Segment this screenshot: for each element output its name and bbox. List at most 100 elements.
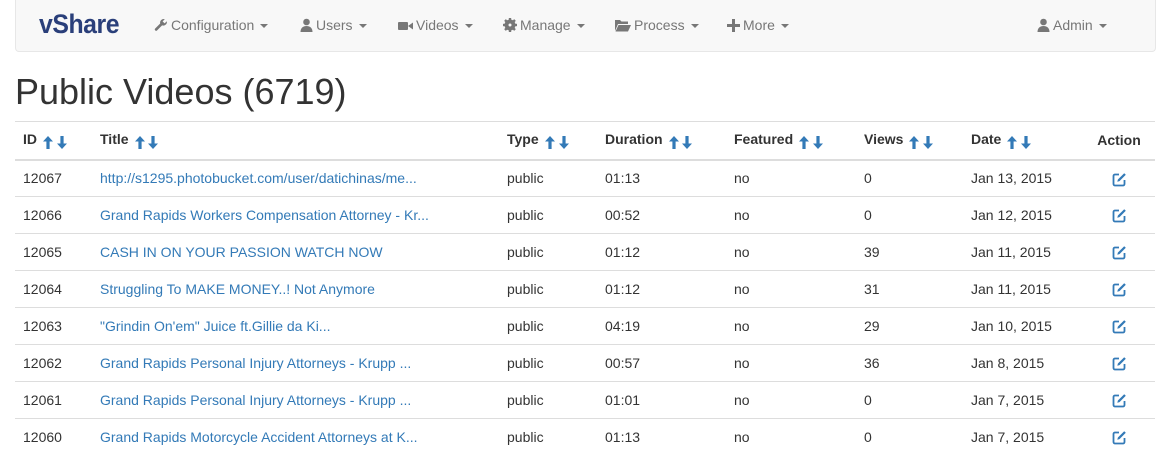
- arrow-up-icon[interactable]: [668, 136, 679, 150]
- video-title-link[interactable]: Grand Rapids Personal Injury Attorneys -…: [100, 355, 411, 371]
- video-title-link[interactable]: "Grindin On'em" Juice ft.Gillie da Ki...: [100, 318, 330, 334]
- arrow-up-icon[interactable]: [544, 136, 555, 150]
- cell-views: 31: [864, 281, 880, 297]
- sort-controls[interactable]: [1007, 133, 1032, 150]
- arrow-down-icon[interactable]: [558, 136, 569, 150]
- sort-controls[interactable]: [544, 133, 569, 150]
- arrow-down-icon[interactable]: [1021, 136, 1032, 150]
- nav-manage-label: Manage: [520, 17, 571, 33]
- arrow-down-icon[interactable]: [148, 136, 159, 150]
- video-title-link[interactable]: CASH IN ON YOUR PASSION WATCH NOW: [100, 244, 383, 260]
- cell-title: Grand Rapids Motorcycle Accident Attorne…: [92, 419, 499, 453]
- table-row: 12066 Grand Rapids Workers Compensation A…: [15, 197, 1155, 234]
- edit-icon[interactable]: [1112, 172, 1127, 187]
- column-header-type: Type: [499, 122, 597, 160]
- edit-button[interactable]: [1112, 170, 1127, 187]
- cell-date: Jan 7, 2015: [971, 429, 1045, 445]
- nav-manage[interactable]: Manage: [503, 0, 585, 51]
- cell-type: public: [507, 355, 544, 371]
- edit-button[interactable]: [1112, 429, 1127, 445]
- cell-type: public: [507, 244, 544, 260]
- edit-icon[interactable]: [1112, 430, 1127, 445]
- sort-controls[interactable]: [43, 133, 67, 150]
- cell-type: public: [507, 281, 544, 297]
- cell-featured: no: [734, 429, 750, 445]
- video-title-link[interactable]: http://s1295.photobucket.com/user/datich…: [100, 170, 417, 186]
- caret-down-icon: [690, 24, 699, 28]
- arrow-up-icon[interactable]: [1007, 136, 1018, 150]
- edit-icon[interactable]: [1112, 319, 1127, 334]
- sort-controls[interactable]: [134, 133, 159, 150]
- cell-views: 36: [864, 355, 880, 371]
- cell-views: 39: [864, 244, 880, 260]
- edit-button[interactable]: [1112, 392, 1127, 408]
- edit-icon[interactable]: [1112, 393, 1127, 408]
- nav-more[interactable]: More: [727, 0, 789, 51]
- cell-action: [1083, 419, 1155, 453]
- edit-button[interactable]: [1112, 318, 1127, 334]
- cell-views: 0: [864, 429, 872, 445]
- nav-process[interactable]: Process: [615, 0, 699, 51]
- arrow-down-icon[interactable]: [813, 136, 824, 150]
- arrow-down-icon[interactable]: [682, 136, 693, 150]
- cell-duration: 04:19: [605, 318, 641, 334]
- arrow-up-icon[interactable]: [134, 136, 145, 150]
- arrow-up-icon[interactable]: [43, 136, 53, 150]
- column-header-duration: Duration: [597, 122, 726, 160]
- nav-process-label: Process: [634, 17, 685, 33]
- nav-configuration-label: Configuration: [171, 17, 255, 33]
- video-title-link[interactable]: Struggling To MAKE MONEY..! Not Anymore: [100, 281, 375, 297]
- cell-title: Struggling To MAKE MONEY..! Not Anymore: [92, 271, 499, 308]
- cell-duration: 01:13: [605, 429, 641, 445]
- arrow-up-icon[interactable]: [799, 136, 810, 150]
- edit-icon[interactable]: [1112, 282, 1127, 297]
- cell-id: 12065: [23, 244, 62, 260]
- edit-icon[interactable]: [1112, 356, 1127, 371]
- nav-videos-label: Videos: [416, 17, 459, 33]
- column-header-date: Date: [963, 122, 1083, 160]
- navbar: vShare Configuration Users Videos Manage…: [15, 0, 1156, 52]
- nav-configuration[interactable]: Configuration: [154, 0, 269, 51]
- cell-action: [1083, 271, 1155, 308]
- video-title-link[interactable]: Grand Rapids Workers Compensation Attorn…: [100, 207, 429, 223]
- cell-date: Jan 8, 2015: [971, 355, 1045, 371]
- cell-title: "Grindin On'em" Juice ft.Gillie da Ki...: [92, 308, 499, 345]
- table-row: 12063 "Grindin On'em" Juice ft.Gillie da …: [15, 308, 1155, 345]
- page-title: Public Videos (6719): [15, 71, 347, 112]
- cell-type: public: [507, 207, 544, 223]
- edit-icon[interactable]: [1112, 245, 1127, 260]
- cell-id: 12062: [23, 355, 62, 371]
- edit-button[interactable]: [1112, 355, 1127, 371]
- user-icon: [300, 18, 313, 32]
- arrow-down-icon[interactable]: [56, 136, 67, 150]
- video-title-link[interactable]: Grand Rapids Personal Injury Attorneys -…: [100, 392, 411, 408]
- sort-controls[interactable]: [668, 133, 693, 150]
- nav-admin-label: Admin: [1053, 17, 1093, 33]
- video-title-link[interactable]: Grand Rapids Motorcycle Accident Attorne…: [100, 429, 417, 445]
- cell-date: Jan 12, 2015: [971, 207, 1052, 223]
- nav-admin[interactable]: Admin: [1037, 0, 1107, 51]
- nav-users[interactable]: Users: [300, 0, 367, 51]
- cell-date: Jan 10, 2015: [971, 318, 1052, 334]
- cell-featured: no: [734, 318, 750, 334]
- arrow-down-icon[interactable]: [923, 136, 934, 150]
- table-row: 12061 Grand Rapids Personal Injury Attorn…: [15, 382, 1155, 419]
- table-row: 12062 Grand Rapids Personal Injury Attorn…: [15, 345, 1155, 382]
- nav-videos[interactable]: Videos: [398, 0, 473, 51]
- table-header-row: ID Title Type Duration Featured Views Da…: [15, 121, 1155, 160]
- edit-button[interactable]: [1112, 244, 1127, 260]
- cell-action: [1083, 160, 1155, 197]
- cell-title: Grand Rapids Workers Compensation Attorn…: [92, 197, 499, 234]
- sort-controls[interactable]: [909, 133, 934, 150]
- cell-id: 12063: [23, 318, 62, 334]
- brand-logo[interactable]: vShare: [39, 9, 120, 40]
- user-icon: [1037, 18, 1050, 32]
- edit-icon[interactable]: [1112, 208, 1127, 223]
- table-row: 12067 http://s1295.photobucket.com/user/d…: [15, 160, 1155, 197]
- cell-date: Jan 11, 2015: [971, 244, 1051, 260]
- sort-controls[interactable]: [799, 133, 824, 150]
- nav-more-label: More: [743, 17, 775, 33]
- edit-button[interactable]: [1112, 281, 1127, 297]
- edit-button[interactable]: [1112, 207, 1127, 223]
- arrow-up-icon[interactable]: [909, 136, 920, 150]
